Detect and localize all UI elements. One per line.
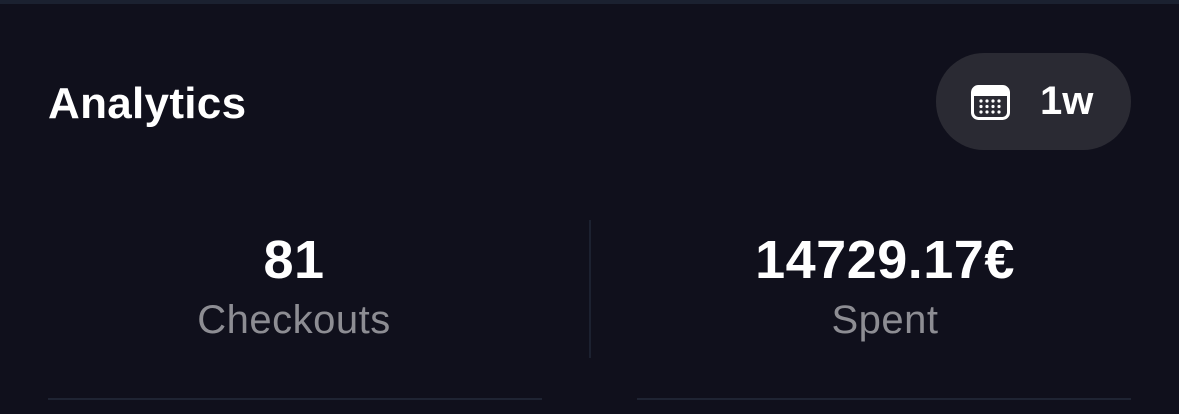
spent-stat: 14729.17€ Spent [685,228,1085,344]
period-selector-button[interactable]: 1w [936,53,1131,150]
analytics-panel: Analytics 1w 81 Checkouts 14729.17€ Spen… [0,4,1179,414]
page-title: Analytics [48,79,247,128]
bottom-divider-left [48,398,542,400]
checkouts-label: Checkouts [197,298,391,342]
period-label: 1w [1040,79,1094,123]
checkouts-stat: 81 Checkouts [94,228,494,344]
spent-label: Spent [831,298,939,342]
calendar-icon [971,85,1010,120]
bottom-divider-right [637,398,1131,400]
checkouts-value: 81 [263,230,325,290]
stats-divider [589,220,591,358]
spent-value: 14729.17€ [755,230,1015,290]
